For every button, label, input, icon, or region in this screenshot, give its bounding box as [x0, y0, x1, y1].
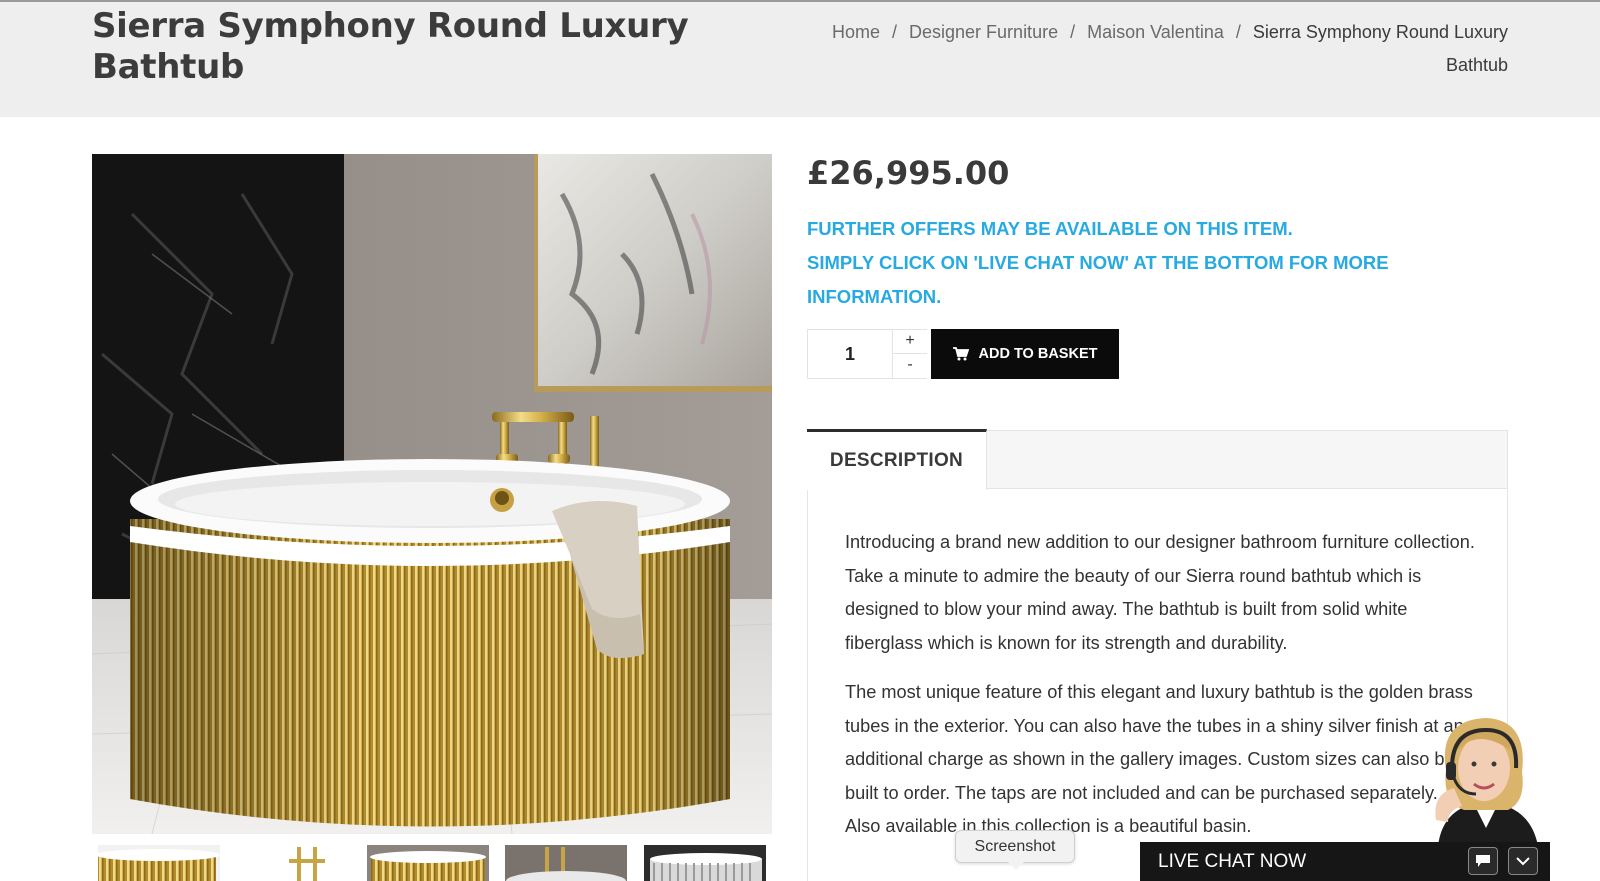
breadcrumb-separator: / [892, 22, 898, 42]
tab-description[interactable]: DESCRIPTION [807, 429, 987, 490]
offer-notice: Further offers may be available on this … [807, 212, 1447, 314]
thumbnail-4[interactable] [505, 845, 627, 881]
product-main-image[interactable] [92, 154, 772, 834]
thumbnail-1[interactable] [98, 845, 220, 881]
breadcrumb-designer-furniture[interactable]: Designer Furniture [909, 22, 1058, 42]
live-chat-label[interactable]: LIVE CHAT NOW [1158, 851, 1306, 873]
bathtub-image [92, 154, 772, 834]
page-title: Sierra Symphony Round Luxury Bathtub [92, 6, 689, 87]
product-price: £26,995.00 [807, 154, 1010, 192]
quantity-stepper: + - [807, 329, 927, 379]
chat-bubble-icon[interactable] [1468, 847, 1498, 875]
quantity-input[interactable] [808, 330, 892, 378]
add-to-basket-label: ADD TO BASKET [978, 346, 1098, 362]
thumbnail-5[interactable] [644, 845, 766, 881]
breadcrumb-maison-valentina[interactable]: Maison Valentina [1087, 22, 1224, 42]
page-header: Sierra Symphony Round Luxury Bathtub Hom… [0, 0, 1600, 117]
tab-strip: DESCRIPTION [807, 429, 1507, 490]
thumbnail-3[interactable] [367, 845, 489, 881]
description-paragraph-1: Introducing a brand new addition to our … [845, 532, 1475, 653]
description-paragraph-2: The most unique feature of this elegant … [845, 682, 1473, 836]
quantity-decrease-button[interactable]: - [892, 354, 927, 378]
screenshot-tooltip: Screenshot [955, 830, 1075, 870]
product-tabs: DESCRIPTION Introducing a brand new addi… [807, 429, 1508, 881]
description-content: Introducing a brand new addition to our … [845, 526, 1475, 860]
agent-photo [1435, 718, 1538, 846]
live-chat-agent-avatar[interactable] [1418, 710, 1554, 846]
cart-icon [952, 347, 969, 361]
offer-line-1: Further offers may be available on this … [807, 218, 1293, 239]
product-thumbnails [92, 845, 772, 881]
breadcrumb-separator: / [1235, 22, 1241, 42]
quantity-increase-button[interactable]: + [892, 330, 927, 354]
thumbnail-2[interactable] [229, 845, 351, 881]
breadcrumb-home[interactable]: Home [832, 22, 880, 42]
live-chat-bar[interactable]: LIVE CHAT NOW [1140, 842, 1550, 881]
breadcrumb-current: Sierra Symphony Round Luxury Bathtub [1252, 22, 1508, 75]
offer-line-2: Simply click on 'Live Chat Now' at the b… [807, 252, 1389, 307]
add-to-basket-button[interactable]: ADD TO BASKET [931, 329, 1119, 379]
breadcrumb: Home / Designer Furniture / Maison Valentina… [788, 16, 1508, 82]
breadcrumb-separator: / [1070, 22, 1076, 42]
chevron-down-icon[interactable] [1508, 847, 1538, 875]
